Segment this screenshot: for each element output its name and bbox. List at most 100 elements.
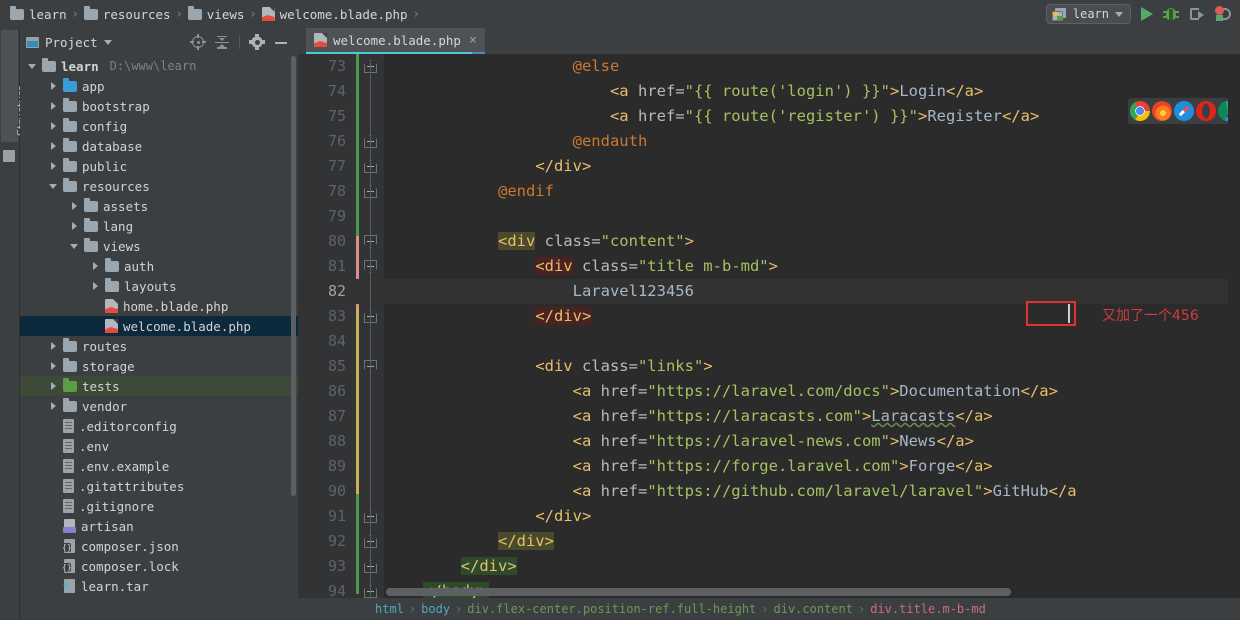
chevron-right-icon[interactable] (49, 381, 58, 391)
chevron-down-icon[interactable] (28, 62, 37, 71)
code-line[interactable]: 89 <a href="https://forge.laravel.com">F… (298, 454, 1240, 479)
debug-button[interactable] (1163, 6, 1179, 22)
tool-window-button-structure[interactable]: Structure (1, 30, 28, 142)
tree-item-learn[interactable]: learn D:\www\learn (20, 56, 298, 76)
code-line[interactable]: 90 <a href="https://github.com/laravel/l… (298, 479, 1240, 504)
tree-item-app[interactable]: app (20, 76, 298, 96)
tree-item-welcome-blade-php[interactable]: welcome.blade.php (20, 316, 298, 336)
structure-breadcrumb-item[interactable]: div.content (771, 602, 856, 616)
code-line[interactable]: 76 @endauth (298, 129, 1240, 154)
gear-icon[interactable] (249, 34, 265, 50)
tree-item--editorconfig[interactable]: .editorconfig (20, 416, 298, 436)
tree-item-vendor[interactable]: vendor (20, 396, 298, 416)
code-line[interactable]: 92 </div> (298, 529, 1240, 554)
structure-breadcrumb-item[interactable]: div.title.m-b-md (867, 602, 989, 616)
tree-item-artisan[interactable]: artisan (20, 516, 298, 536)
code-line[interactable]: 80 <div class="content"> (298, 229, 1240, 254)
code-line[interactable]: 81 <div class="title m-b-md"> (298, 254, 1240, 279)
code-line[interactable]: 86 <a href="https://laravel.com/docs">Do… (298, 379, 1240, 404)
tree-item-bootstrap[interactable]: bootstrap (20, 96, 298, 116)
tree-item-composer-lock[interactable]: {} composer.lock (20, 556, 298, 576)
run-with-coverage-button[interactable] (1189, 6, 1205, 22)
code-line[interactable]: 84 (298, 329, 1240, 354)
chevron-right-icon[interactable] (91, 261, 100, 271)
code-line[interactable]: 82 Laravel123456 (298, 279, 1240, 304)
chevron-right-icon[interactable] (49, 121, 58, 131)
line-number: 84 (327, 332, 346, 350)
code-line[interactable]: 85 <div class="links"> (298, 354, 1240, 379)
code-line[interactable]: 93 </div> (298, 554, 1240, 579)
chevron-down-icon[interactable] (1115, 11, 1123, 17)
tree-item-routes[interactable]: routes (20, 336, 298, 356)
firefox-icon[interactable] (1152, 101, 1172, 121)
tree-item-resources[interactable]: resources (20, 176, 298, 196)
breadcrumb-item-learn[interactable]: learn (6, 5, 71, 24)
code-line[interactable]: 83 </div> (298, 304, 1240, 329)
tree-item-assets[interactable]: assets (20, 196, 298, 216)
structure-breadcrumb-item[interactable]: html (372, 602, 407, 616)
tree-item-tests[interactable]: tests (20, 376, 298, 396)
tree-item-layouts[interactable]: layouts (20, 276, 298, 296)
tree-item-label: .editorconfig (79, 418, 177, 434)
chevron-down-icon[interactable] (103, 39, 112, 45)
editor-vertical-scrollbar[interactable] (1228, 80, 1240, 620)
chevron-down-icon[interactable] (70, 242, 79, 251)
tree-item-config[interactable]: config (20, 116, 298, 136)
safari-icon[interactable] (1174, 101, 1194, 121)
breadcrumb-item-resources[interactable]: resources (80, 5, 175, 24)
chevron-right-icon[interactable] (49, 161, 58, 171)
tree-item-auth[interactable]: auth (20, 256, 298, 276)
editor-horizontal-scrollbar[interactable] (386, 588, 1011, 596)
stop-debug-button[interactable] (1215, 6, 1232, 22)
tree-item-learn-tar[interactable]: ? learn.tar (20, 576, 298, 596)
chevron-right-icon[interactable] (49, 401, 58, 411)
structure-breadcrumb-item[interactable]: body (418, 602, 453, 616)
opera-icon[interactable] (1196, 101, 1216, 121)
minimize-icon[interactable] (274, 35, 288, 49)
collapse-all-icon[interactable] (215, 35, 229, 49)
chevron-right-icon[interactable] (49, 101, 58, 111)
tree-item-home-blade-php[interactable]: home.blade.php (20, 296, 298, 316)
structure-breadcrumb-item[interactable]: div.flex-center.position-ref.full-height (464, 602, 759, 616)
code-line[interactable]: 79 (298, 204, 1240, 229)
close-icon[interactable]: × (469, 33, 477, 48)
chevron-right-icon[interactable] (49, 341, 58, 351)
tree-item-composer-json[interactable]: {} composer.json (20, 536, 298, 556)
tree-item-lang[interactable]: lang (20, 216, 298, 236)
breadcrumb-item-file[interactable]: welcome.blade.php (258, 5, 412, 24)
chevron-right-icon[interactable] (49, 141, 58, 151)
code-line[interactable]: 87 <a href="https://laracasts.com">Larac… (298, 404, 1240, 429)
chevron-right-icon[interactable] (49, 361, 58, 371)
tree-item--env[interactable]: .env (20, 436, 298, 456)
chevron-right-icon[interactable] (70, 221, 79, 231)
tree-item-public[interactable]: public (20, 156, 298, 176)
project-tree[interactable]: learn D:\www\learn app bootstrap config datab… (20, 56, 298, 620)
code-line[interactable]: 75 <a href="{{ route('register') }}">Reg… (298, 104, 1240, 129)
tree-item-storage[interactable]: storage (20, 356, 298, 376)
tree-item--env-example[interactable]: .env.example (20, 456, 298, 476)
chevron-down-icon[interactable] (49, 182, 58, 191)
tree-item-views[interactable]: views (20, 236, 298, 256)
code-line[interactable]: 74 <a href="{{ route('login') }}">Login<… (298, 79, 1240, 104)
tree-item--gitattributes[interactable]: .gitattributes (20, 476, 298, 496)
project-tree-scrollbar[interactable] (291, 56, 296, 496)
project-panel-title[interactable]: Project (26, 35, 112, 50)
code-line[interactable]: 73 @else (298, 54, 1240, 79)
locate-icon[interactable] (190, 34, 206, 50)
code-editor[interactable]: 73 @else 74 <a href="{{ route('login') }}… (298, 54, 1240, 620)
editor-tab-welcome-blade-php[interactable]: welcome.blade.php × (306, 28, 485, 54)
code-line[interactable]: 91 </div> (298, 504, 1240, 529)
tree-item-database[interactable]: database (20, 136, 298, 156)
breadcrumb-item-views[interactable]: views (184, 5, 249, 24)
tool-window-extra-icon[interactable] (3, 150, 15, 162)
tree-item--gitignore[interactable]: .gitignore (20, 496, 298, 516)
chevron-right-icon[interactable] (49, 81, 58, 91)
chevron-right-icon[interactable] (70, 201, 79, 211)
code-line[interactable]: 78 @endif (298, 179, 1240, 204)
run-button[interactable] (1141, 7, 1153, 21)
run-configuration-selector[interactable]: learn (1045, 4, 1131, 24)
chrome-icon[interactable] (1130, 101, 1150, 121)
code-line[interactable]: 88 <a href="https://laravel-news.com">Ne… (298, 429, 1240, 454)
code-line[interactable]: 77 </div> (298, 154, 1240, 179)
chevron-right-icon[interactable] (91, 281, 100, 291)
